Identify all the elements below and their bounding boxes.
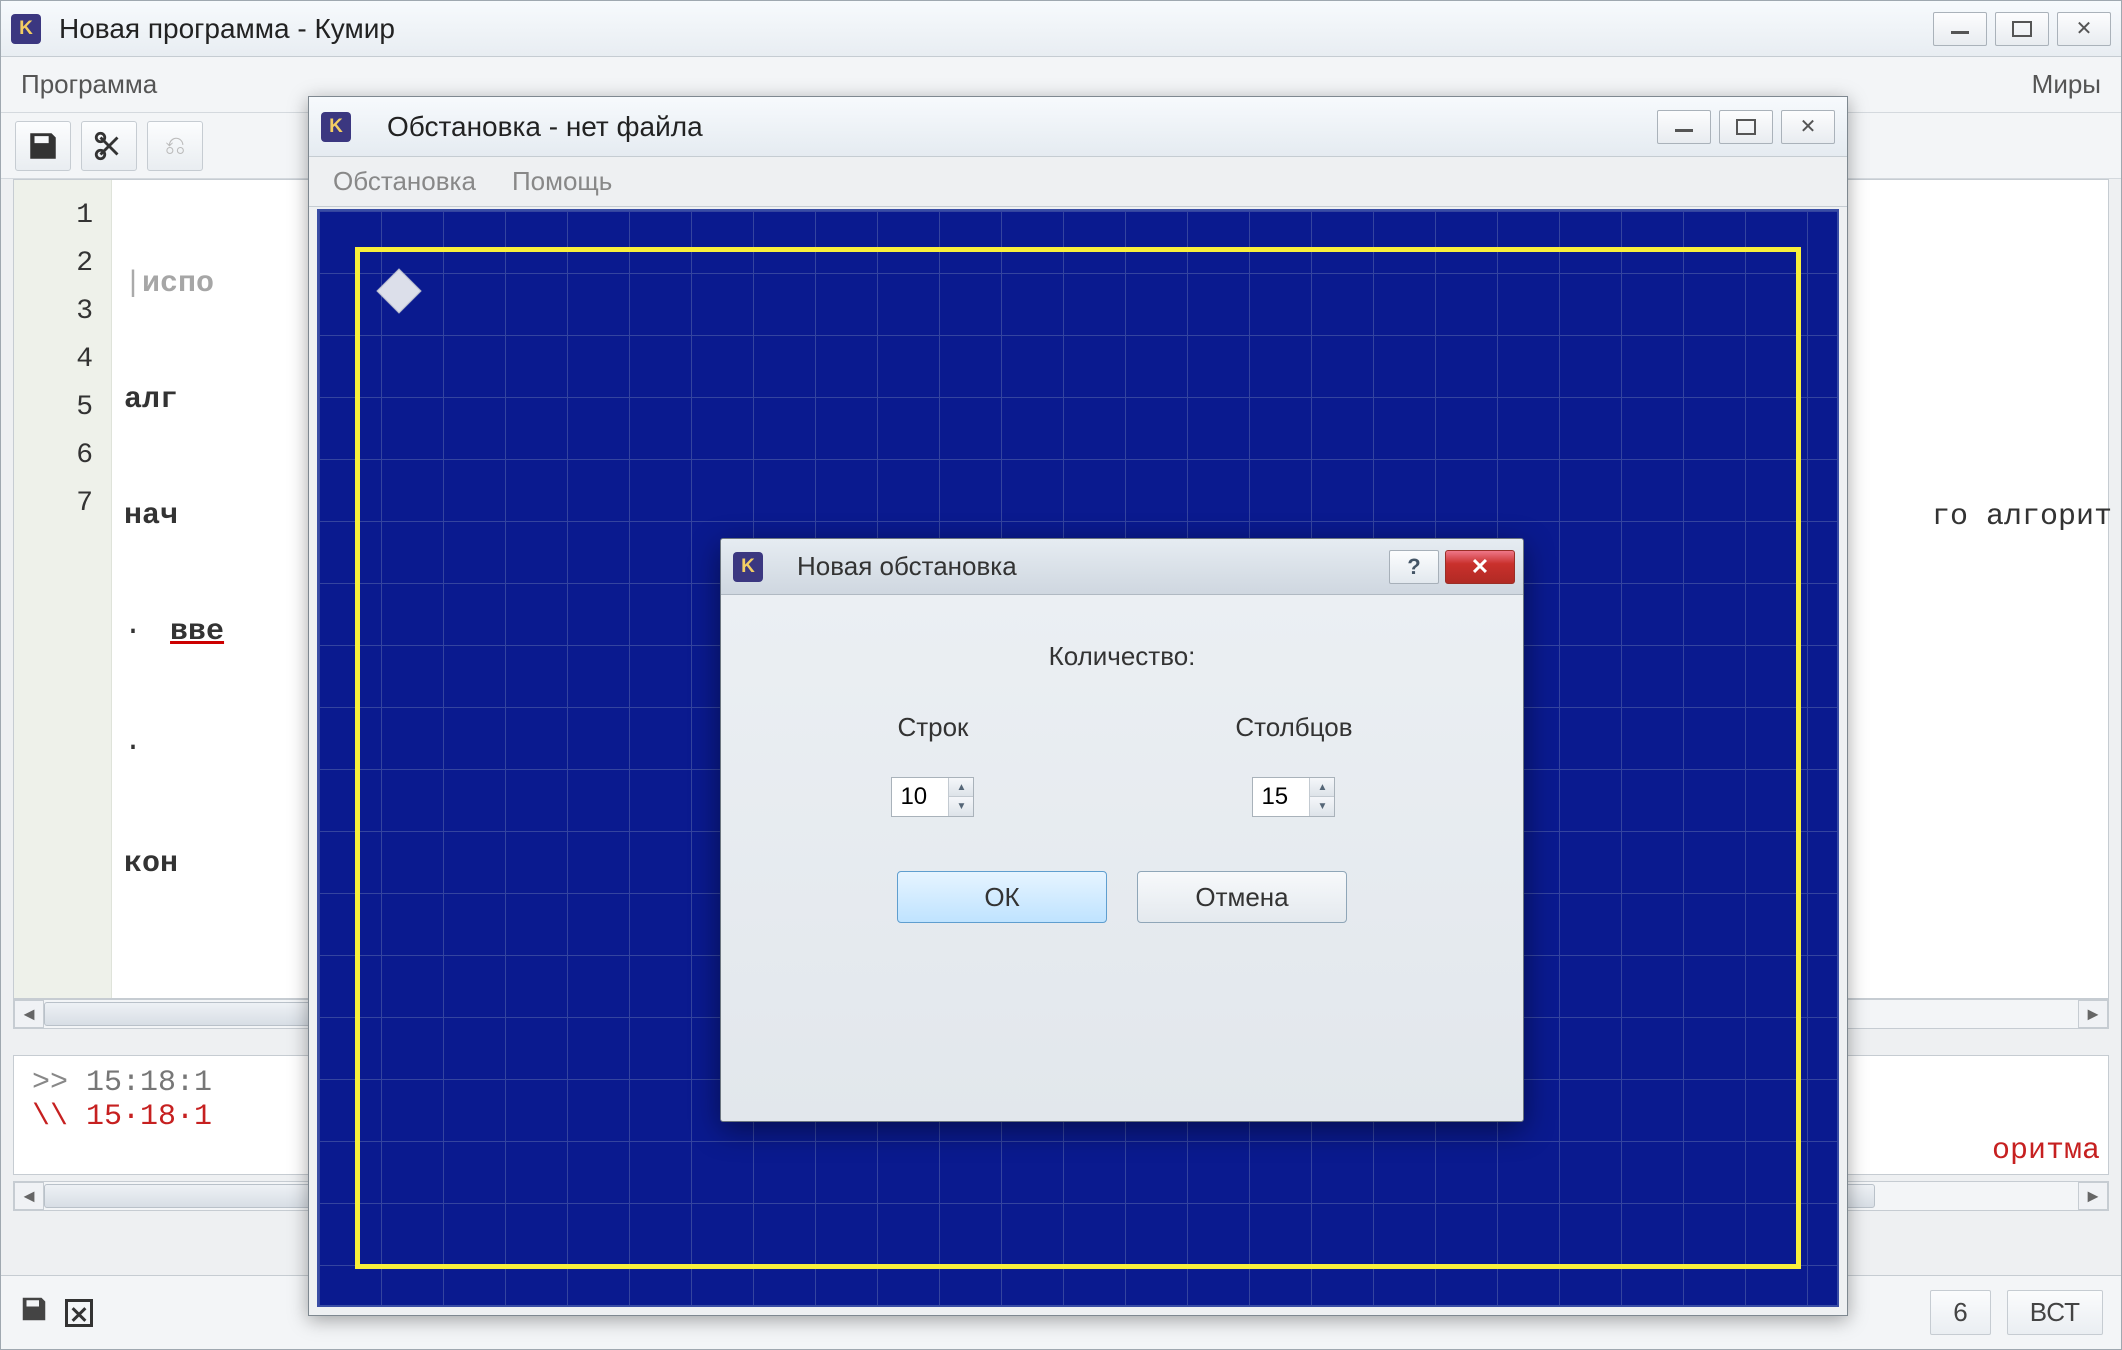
close-button[interactable]: ✕	[2057, 12, 2111, 46]
console-error-line: 15·18·1	[86, 1100, 212, 1134]
main-titlebar[interactable]: K Новая программа - Кумир ✕	[1, 1, 2121, 57]
app-icon: K	[11, 14, 41, 44]
toolbar-button-3[interactable]: ⎌	[147, 121, 203, 171]
scroll-right-button[interactable]: ►	[2078, 1182, 2108, 1210]
dialog-count-label: Количество:	[761, 641, 1483, 672]
line-number: 2	[14, 240, 93, 288]
line-number: 6	[14, 432, 93, 480]
save-button[interactable]	[15, 121, 71, 171]
status-line-number: 6	[1930, 1290, 1990, 1335]
dialog-title: Новая обстановка	[797, 551, 1389, 582]
minimize-button[interactable]	[1657, 110, 1711, 144]
rows-spinner[interactable]: ▲ ▼	[891, 777, 974, 817]
scroll-right-button[interactable]: ►	[2078, 1000, 2108, 1028]
cols-spinner[interactable]: ▲ ▼	[1252, 777, 1335, 817]
save-icon	[26, 129, 60, 163]
menu-worlds[interactable]: Миры	[2032, 69, 2101, 100]
cut-button[interactable]	[81, 121, 137, 171]
console-overflow-text: оритма	[1992, 1134, 2100, 1168]
line-number: 7	[14, 480, 93, 528]
spin-up-icon[interactable]: ▲	[1310, 778, 1334, 797]
environment-menubar: Обстановка Помощь	[309, 157, 1847, 207]
rows-input[interactable]	[892, 783, 948, 811]
scissors-icon	[92, 129, 126, 163]
environment-titlebar[interactable]: K Обстановка - нет файла ✕	[309, 97, 1847, 157]
console-prompt: >>	[32, 1066, 86, 1100]
line-number: 5	[14, 384, 93, 432]
spin-down-icon[interactable]: ▼	[1310, 797, 1334, 816]
line-number: 4	[14, 336, 93, 384]
dialog-titlebar[interactable]: K Новая обстановка ? ✕	[721, 539, 1523, 595]
menu-help[interactable]: Помощь	[512, 166, 612, 197]
status-clear-icon[interactable]	[65, 1299, 93, 1327]
menu-program[interactable]: Программа	[21, 69, 157, 100]
cols-label: Столбцов	[1235, 712, 1352, 743]
new-environment-dialog: K Новая обстановка ? ✕ Количество: Строк…	[720, 538, 1524, 1122]
environment-window-title: Обстановка - нет файла	[387, 111, 1657, 143]
dialog-close-button[interactable]: ✕	[1445, 550, 1515, 584]
code-overflow-hint: го алгорит	[1932, 500, 2112, 534]
menu-environment[interactable]: Обстановка	[333, 166, 476, 197]
line-number: 1	[14, 192, 93, 240]
line-number-gutter: 1 2 3 4 5 6 7	[14, 180, 112, 998]
maximize-button[interactable]	[1995, 12, 2049, 46]
console-line: 15:18:1	[86, 1066, 212, 1100]
maximize-button[interactable]	[1719, 110, 1773, 144]
spin-down-icon[interactable]: ▼	[949, 797, 973, 816]
scroll-left-button[interactable]: ◄	[14, 1000, 44, 1028]
console-error-prompt: \\	[32, 1100, 86, 1134]
app-icon: K	[733, 552, 763, 582]
cols-input[interactable]	[1253, 783, 1309, 811]
dialog-help-button[interactable]: ?	[1389, 550, 1439, 584]
app-icon: K	[321, 112, 351, 142]
scroll-left-button[interactable]: ◄	[14, 1182, 44, 1210]
cancel-button[interactable]: Отмена	[1137, 871, 1347, 923]
ok-button[interactable]: ОК	[897, 871, 1107, 923]
line-number: 3	[14, 288, 93, 336]
close-button[interactable]: ✕	[1781, 110, 1835, 144]
spin-up-icon[interactable]: ▲	[949, 778, 973, 797]
status-save-icon[interactable]	[19, 1294, 49, 1331]
status-insert-mode[interactable]: ВСТ	[2007, 1290, 2103, 1335]
minimize-button[interactable]	[1933, 12, 1987, 46]
main-window-title: Новая программа - Кумир	[59, 13, 1933, 45]
rows-label: Строк	[897, 712, 968, 743]
